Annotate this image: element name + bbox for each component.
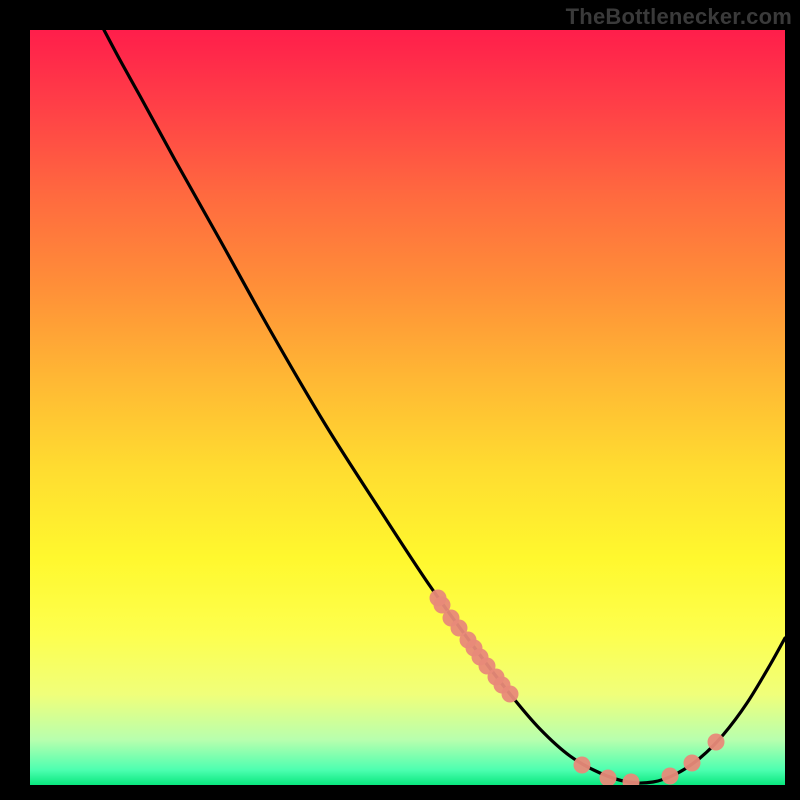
data-marker	[623, 774, 640, 786]
data-marker	[574, 757, 591, 774]
curve-path	[104, 30, 785, 783]
data-markers	[430, 590, 725, 786]
data-marker	[684, 755, 701, 772]
data-marker	[662, 768, 679, 785]
bottleneck-curve	[30, 30, 785, 785]
data-marker	[708, 734, 725, 751]
attribution-label: TheBottlenecker.com	[566, 4, 792, 30]
data-marker	[502, 686, 519, 703]
chart-plot-area	[30, 30, 785, 785]
data-marker	[600, 770, 617, 786]
